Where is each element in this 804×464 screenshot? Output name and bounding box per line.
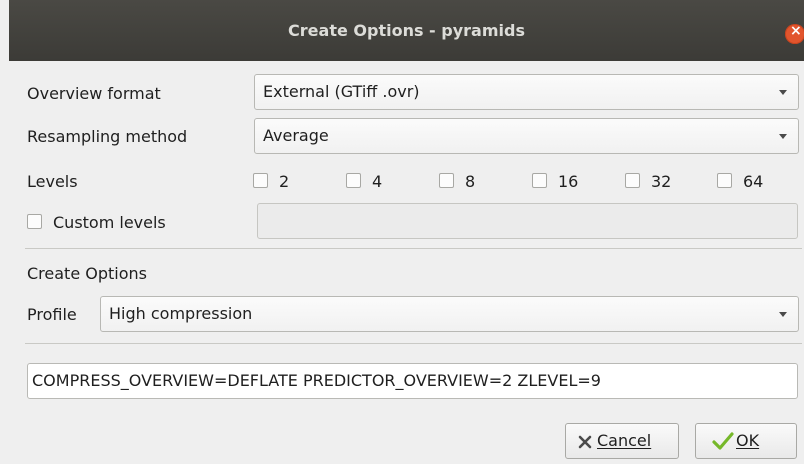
custom-levels-checkbox[interactable] xyxy=(27,214,42,229)
custom-levels-field xyxy=(257,203,798,239)
resampling-method-combo[interactable]: Average xyxy=(254,118,799,154)
chevron-down-icon xyxy=(779,90,787,95)
level-32-checkbox[interactable] xyxy=(625,173,640,188)
custom-levels-label[interactable]: Custom levels xyxy=(53,213,166,232)
level-2-label[interactable]: 2 xyxy=(279,172,289,191)
ok-label: OK xyxy=(736,431,760,450)
chevron-down-icon xyxy=(779,134,787,139)
cancel-button[interactable]: Cancel xyxy=(565,423,679,459)
level-16-checkbox[interactable] xyxy=(532,173,547,188)
levels-label: Levels xyxy=(27,172,78,191)
create-options-text-field[interactable]: COMPRESS_OVERVIEW=DEFLATE PREDICTOR_OVER… xyxy=(27,363,798,399)
divider xyxy=(25,248,802,249)
resampling-method-label: Resampling method xyxy=(27,127,188,146)
close-icon: × xyxy=(790,24,802,39)
checkmark-icon xyxy=(712,432,734,450)
overview-format-combo[interactable]: External (GTiff .ovr) xyxy=(254,74,799,110)
create-options-heading: Create Options xyxy=(27,264,147,283)
level-8-label[interactable]: 8 xyxy=(465,172,475,191)
level-64-label[interactable]: 64 xyxy=(743,172,763,191)
profile-value: High compression xyxy=(109,304,253,323)
level-32-label[interactable]: 32 xyxy=(651,172,671,191)
window-title: Create Options - pyramids xyxy=(288,21,525,40)
x-icon xyxy=(578,435,592,449)
resampling-method-value: Average xyxy=(263,126,329,145)
level-8-checkbox[interactable] xyxy=(439,173,454,188)
overview-format-label: Overview format xyxy=(27,84,161,103)
level-64-checkbox[interactable] xyxy=(717,173,732,188)
divider xyxy=(25,343,802,344)
close-button[interactable]: × xyxy=(785,24,804,44)
overview-format-value: External (GTiff .ovr) xyxy=(263,82,420,101)
profile-label: Profile xyxy=(27,305,77,324)
cancel-label: Cancel xyxy=(597,431,652,450)
title-bar[interactable]: Create Options - pyramids × xyxy=(9,0,804,61)
dialog-window: Create Options - pyramids × Overview for… xyxy=(9,0,804,464)
ok-button[interactable]: OK xyxy=(695,423,797,459)
level-4-checkbox[interactable] xyxy=(346,173,361,188)
create-options-text: COMPRESS_OVERVIEW=DEFLATE PREDICTOR_OVER… xyxy=(32,371,601,390)
chevron-down-icon xyxy=(779,312,787,317)
level-16-label[interactable]: 16 xyxy=(558,172,578,191)
level-2-checkbox[interactable] xyxy=(253,173,268,188)
level-4-label[interactable]: 4 xyxy=(372,172,382,191)
profile-combo[interactable]: High compression xyxy=(100,296,799,332)
